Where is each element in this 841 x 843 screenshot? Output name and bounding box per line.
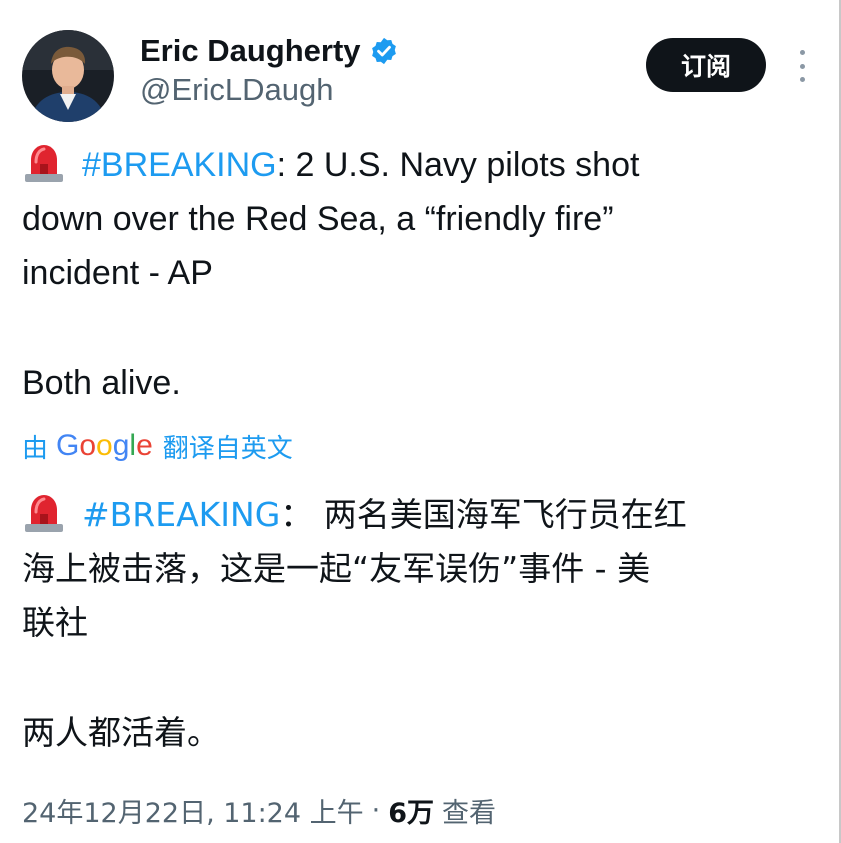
avatar[interactable] <box>22 30 114 122</box>
tweet-paragraph-2: Both alive. <box>22 356 822 410</box>
tweet-meta: 24年12月22日, 11:24 上午 · 6万 查看 <box>22 788 496 832</box>
tweet-line-4: Both alive. <box>22 364 181 402</box>
author-display-name[interactable]: Eric Daugherty <box>140 33 361 69</box>
translated-hashtag-link[interactable]: #BREAKING <box>82 495 280 534</box>
views-label: 查看 <box>442 797 497 829</box>
timestamp-link[interactable]: 24年12月22日, 11:24 上午 <box>22 791 364 830</box>
meta-separator: · <box>371 794 381 826</box>
hashtag-link[interactable]: #BREAKING <box>82 146 277 184</box>
tweet-line-1: #BREAKING: 2 U.S. Navy pilots shot <box>22 138 822 192</box>
rotating-light-icon <box>22 490 66 534</box>
rotating-light-icon <box>22 140 66 184</box>
translated-by-google-link[interactable]: 由 Google 翻译自英文 <box>22 426 293 466</box>
translated-line-1-text: ： 两名美国海军飞行员在红 <box>280 495 687 534</box>
translated-text: #BREAKING： 两名美国海军飞行员在红 海上被击落，这是一起“友军误伤”事… <box>22 488 822 650</box>
translated-line-2: 海上被击落，这是一起“友军误伤”事件 - 美 <box>22 549 651 588</box>
translate-prefix: 由 <box>22 433 49 464</box>
tweet-line-2: down over the Red Sea, a “friendly fire” <box>22 200 614 238</box>
tweet-text: #BREAKING: 2 U.S. Navy pilots shot down … <box>22 138 822 300</box>
translated-line-1: #BREAKING： 两名美国海军飞行员在红 <box>22 488 822 542</box>
verified-badge-icon <box>369 36 399 66</box>
subscribe-button[interactable]: 订阅 <box>646 38 766 92</box>
translated-paragraph-2: 两人都活着。 <box>22 713 220 752</box>
author-handle[interactable]: @EricLDaugh <box>140 72 333 108</box>
more-vertical-icon[interactable] <box>792 50 812 82</box>
translated-line-3: 联社 <box>22 603 88 642</box>
tweet-line-1-text: : 2 U.S. Navy pilots shot <box>276 146 640 184</box>
tweet-line-3: incident - AP <box>22 254 213 292</box>
google-logo: Google <box>56 429 153 462</box>
views-count: 6万 <box>388 797 435 829</box>
translate-suffix: 翻译自英文 <box>162 433 293 464</box>
author-name-row: Eric Daugherty <box>140 30 399 72</box>
